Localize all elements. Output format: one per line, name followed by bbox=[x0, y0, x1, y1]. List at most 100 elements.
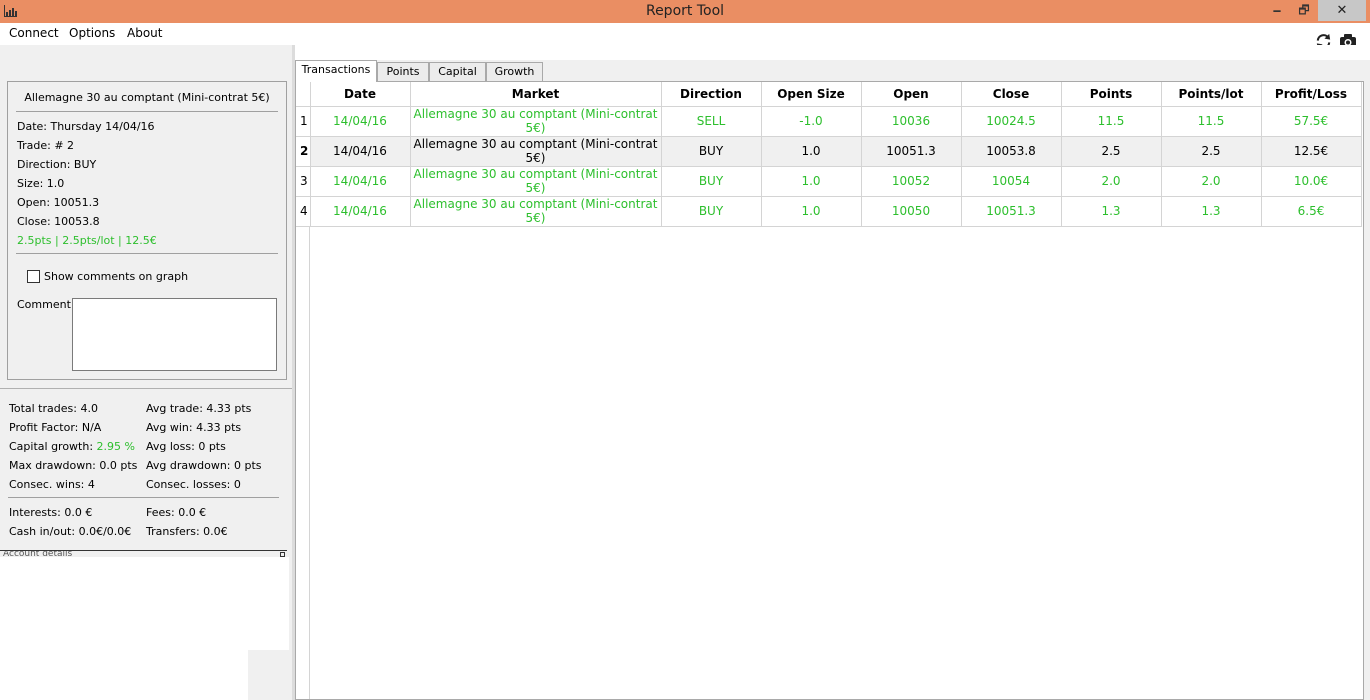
stat-consec-wins: Consec. wins: 4 bbox=[9, 478, 95, 491]
stat-profit-factor: Profit Factor: N/A bbox=[9, 421, 102, 434]
trade-date: Date: Thursday 14/04/16 bbox=[17, 120, 155, 133]
trade-size: Size: 1.0 bbox=[17, 177, 65, 190]
trade-market-title: Allemagne 30 au comptant (Mini-contrat 5… bbox=[24, 91, 270, 104]
transactions-table[interactable]: Date Market Direction Open Size Open Clo… bbox=[295, 81, 1364, 700]
stat-capital-growth-value: 2.95 % bbox=[96, 440, 135, 453]
table-row[interactable]: 3 14/04/16 Allemagne 30 au comptant (Min… bbox=[296, 166, 1362, 197]
cell-open: 10036 bbox=[861, 106, 962, 137]
cell-close: 10024.5 bbox=[961, 106, 1062, 137]
row-number[interactable]: 3 bbox=[296, 166, 311, 197]
cell-open-size: 1.0 bbox=[761, 166, 862, 197]
row-number[interactable]: 4 bbox=[296, 196, 311, 227]
cell-points-per-lot: 2.0 bbox=[1161, 166, 1262, 197]
cell-close: 10051.3 bbox=[961, 196, 1062, 227]
stat-transfers: Transfers: 0.0€ bbox=[146, 525, 228, 538]
menu-bar: Connect Options About bbox=[0, 23, 1370, 50]
cell-points: 11.5 bbox=[1061, 106, 1162, 137]
cell-points: 2.0 bbox=[1061, 166, 1162, 197]
cell-profit-loss: 10.0€ bbox=[1261, 166, 1362, 197]
row-number[interactable]: 2 bbox=[296, 136, 311, 167]
minimize-button[interactable]: 🗕 bbox=[1264, 0, 1290, 21]
close-icon: ✕ bbox=[1336, 3, 1348, 18]
cell-direction: BUY bbox=[661, 136, 762, 167]
stat-fees: Fees: 0.0 € bbox=[146, 506, 207, 519]
maximize-button[interactable]: 🗗 bbox=[1291, 0, 1317, 21]
cell-direction: SELL bbox=[661, 106, 762, 137]
cell-profit-loss: 57.5€ bbox=[1261, 106, 1362, 137]
cell-points: 2.5 bbox=[1061, 136, 1162, 167]
trade-direction: Direction: BUY bbox=[17, 158, 97, 171]
stat-capital-growth-label: Capital growth: bbox=[9, 440, 94, 453]
cell-direction: BUY bbox=[661, 166, 762, 197]
transactions-grid: Date Market Direction Open Size Open Clo… bbox=[296, 82, 1362, 227]
cell-points-per-lot: 2.5 bbox=[1161, 136, 1262, 167]
title-bar: Report Tool 🗕 🗗 ✕ bbox=[0, 0, 1370, 23]
menu-about[interactable]: About bbox=[127, 26, 162, 40]
cell-points-per-lot: 1.3 bbox=[1161, 196, 1262, 227]
table-row[interactable]: 1 14/04/16 Allemagne 30 au comptant (Min… bbox=[296, 106, 1362, 137]
show-comments-checkbox[interactable] bbox=[27, 270, 40, 283]
divider bbox=[16, 253, 278, 254]
minimize-icon: 🗕 bbox=[1272, 3, 1282, 17]
divider bbox=[0, 388, 294, 389]
stat-capital-growth: Capital growth: 2.95 % bbox=[9, 440, 135, 453]
tab-growth[interactable]: Growth bbox=[486, 62, 543, 81]
cell-close: 10053.8 bbox=[961, 136, 1062, 167]
cell-points: 1.3 bbox=[1061, 196, 1162, 227]
stat-avg-drawdown: Avg drawdown: 0 pts bbox=[146, 459, 262, 472]
cell-market: Allemagne 30 au comptant (Mini-contrat 5… bbox=[410, 166, 662, 197]
col-header-profit-loss[interactable]: Profit/Loss bbox=[1261, 82, 1362, 107]
corner-header bbox=[296, 82, 311, 107]
trade-summary: 2.5pts | 2.5pts/lot | 12.5€ bbox=[17, 234, 157, 247]
stat-total-trades: Total trades: 4.0 bbox=[9, 402, 98, 415]
cell-market: Allemagne 30 au comptant (Mini-contrat 5… bbox=[410, 196, 662, 227]
cell-open-size: -1.0 bbox=[761, 106, 862, 137]
col-header-market[interactable]: Market bbox=[410, 82, 662, 107]
divider bbox=[16, 111, 278, 112]
divider bbox=[8, 497, 279, 498]
col-header-points[interactable]: Points bbox=[1061, 82, 1162, 107]
window-title: Report Tool bbox=[645, 3, 725, 19]
cell-market: Allemagne 30 au comptant (Mini-contrat 5… bbox=[410, 136, 662, 167]
close-button[interactable]: ✕ bbox=[1318, 0, 1366, 21]
col-header-points-per-lot[interactable]: Points/lot bbox=[1161, 82, 1262, 107]
tab-capital[interactable]: Capital bbox=[429, 62, 486, 81]
cell-market: Allemagne 30 au comptant (Mini-contrat 5… bbox=[410, 106, 662, 137]
stat-interests: Interests: 0.0 € bbox=[9, 506, 93, 519]
trade-open: Open: 10051.3 bbox=[17, 196, 100, 209]
stat-avg-trade: Avg trade: 4.33 pts bbox=[146, 402, 252, 415]
stat-avg-loss: Avg loss: 0 pts bbox=[146, 440, 226, 453]
comment-textarea[interactable] bbox=[72, 298, 277, 371]
row-number[interactable]: 1 bbox=[296, 106, 311, 137]
tab-transactions[interactable]: Transactions bbox=[295, 60, 377, 82]
cell-direction: BUY bbox=[661, 196, 762, 227]
cell-profit-loss: 12.5€ bbox=[1261, 136, 1362, 167]
col-header-close[interactable]: Close bbox=[961, 82, 1062, 107]
cell-open: 10050 bbox=[861, 196, 962, 227]
toolbar-strip bbox=[294, 45, 1370, 60]
cell-open-size: 1.0 bbox=[761, 136, 862, 167]
show-comments-label[interactable]: Show comments on graph bbox=[44, 270, 188, 283]
account-details-panel-extension bbox=[248, 557, 289, 650]
left-panel: Allemagne 30 au comptant (Mini-contrat 5… bbox=[0, 45, 294, 700]
cell-points-per-lot: 11.5 bbox=[1161, 106, 1262, 137]
col-header-open-size[interactable]: Open Size bbox=[761, 82, 862, 107]
account-details-panel bbox=[0, 557, 248, 700]
cell-open: 10052 bbox=[861, 166, 962, 197]
tab-points[interactable]: Points bbox=[377, 62, 429, 81]
table-row[interactable]: 4 14/04/16 Allemagne 30 au comptant (Min… bbox=[296, 196, 1362, 227]
table-row-selected[interactable]: 2 14/04/16 Allemagne 30 au comptant (Min… bbox=[296, 136, 1362, 167]
trade-close: Close: 10053.8 bbox=[17, 215, 100, 228]
cell-date: 14/04/16 bbox=[310, 166, 411, 197]
stat-cash-in-out: Cash in/out: 0.0€/0.0€ bbox=[9, 525, 132, 538]
col-header-date[interactable]: Date bbox=[310, 82, 411, 107]
menu-connect[interactable]: Connect bbox=[9, 26, 59, 40]
stat-max-drawdown: Max drawdown: 0.0 pts bbox=[9, 459, 138, 472]
col-header-open[interactable]: Open bbox=[861, 82, 962, 107]
trade-detail-box: Allemagne 30 au comptant (Mini-contrat 5… bbox=[7, 81, 287, 380]
row-header-column bbox=[296, 227, 310, 699]
stat-consec-losses: Consec. losses: 0 bbox=[146, 478, 241, 491]
col-header-direction[interactable]: Direction bbox=[661, 82, 762, 107]
menu-options[interactable]: Options bbox=[69, 26, 115, 40]
cell-profit-loss: 6.5€ bbox=[1261, 196, 1362, 227]
